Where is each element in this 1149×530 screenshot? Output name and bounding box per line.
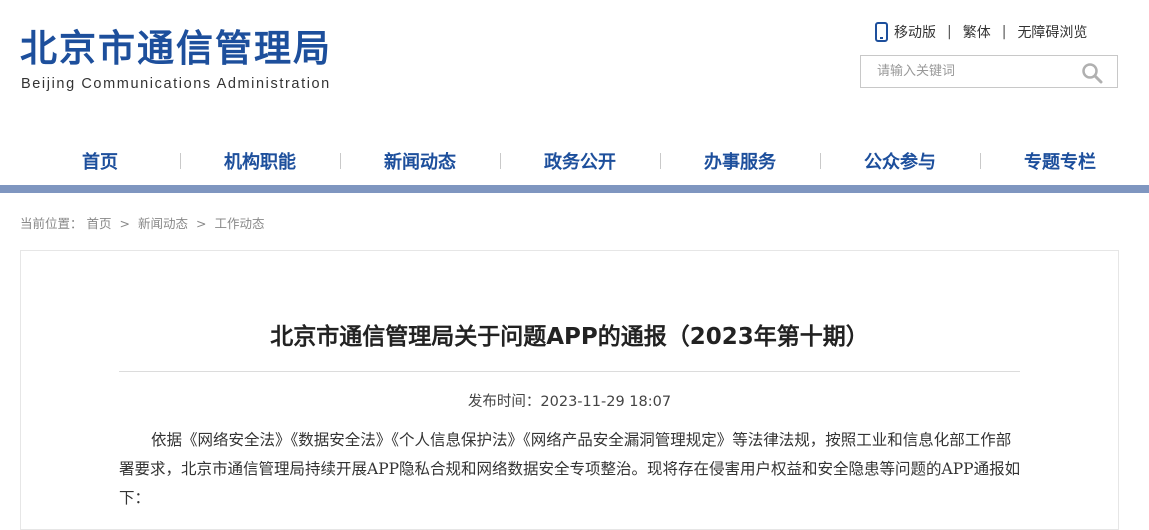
main-nav: 首页 机构职能 新闻动态 政务公开 办事服务 公众参与 专题专栏 xyxy=(20,143,1140,179)
breadcrumb-work-news[interactable]: 工作动态 xyxy=(214,216,264,231)
nav-item-home[interactable]: 首页 xyxy=(20,143,180,179)
nav-item-functions[interactable]: 机构职能 xyxy=(180,143,340,179)
breadcrumb-separator: > xyxy=(195,216,207,231)
article-paragraph: 依据《网络安全法》《数据安全法》《个人信息保护法》《网络产品安全漏洞管理规定》等… xyxy=(119,431,1021,507)
nav-underline-bar xyxy=(0,185,1149,193)
top-links: 移动版 | 繁体 | 无障碍浏览 xyxy=(872,22,1087,42)
search-box xyxy=(860,55,1118,88)
nav-item-special-topics[interactable]: 专题专栏 xyxy=(980,143,1140,179)
mobile-version-link[interactable]: 移动版 xyxy=(894,22,936,42)
nav-item-services[interactable]: 办事服务 xyxy=(660,143,820,179)
accessibility-link[interactable]: 无障碍浏览 xyxy=(1017,22,1087,42)
breadcrumb-separator: > xyxy=(119,216,130,231)
breadcrumb-home[interactable]: 首页 xyxy=(87,216,112,231)
breadcrumb-news[interactable]: 新闻动态 xyxy=(138,216,188,231)
nav-item-public-participation[interactable]: 公众参与 xyxy=(820,143,980,179)
breadcrumb: 当前位置： 首页 > 新闻动态 > 工作动态 xyxy=(20,213,264,232)
search-icon[interactable] xyxy=(1081,62,1103,84)
link-separator: | xyxy=(1001,24,1007,40)
breadcrumb-prefix: 当前位置： xyxy=(20,216,83,231)
logo-title-en: Beijing Communications Administration xyxy=(21,76,331,92)
traditional-chinese-link[interactable]: 繁体 xyxy=(963,22,991,42)
search-input[interactable] xyxy=(861,56,1087,87)
link-separator: | xyxy=(947,24,952,40)
nav-item-government-affairs[interactable]: 政务公开 xyxy=(500,143,660,179)
publish-time: 发布时间：2023-11-29 18:07 xyxy=(467,394,672,410)
nav-item-news[interactable]: 新闻动态 xyxy=(340,143,500,179)
article-title: 北京市通信管理局关于问题APP的通报（2023年第十期） xyxy=(270,324,869,350)
article-body: 依据《网络安全法》《数据安全法》《个人信息保护法》《网络产品安全漏洞管理规定》等… xyxy=(119,426,1024,513)
mobile-phone-icon xyxy=(875,22,888,42)
logo-title-cn[interactable]: 北京市通信管理局 xyxy=(20,26,332,72)
title-divider xyxy=(119,371,1020,372)
